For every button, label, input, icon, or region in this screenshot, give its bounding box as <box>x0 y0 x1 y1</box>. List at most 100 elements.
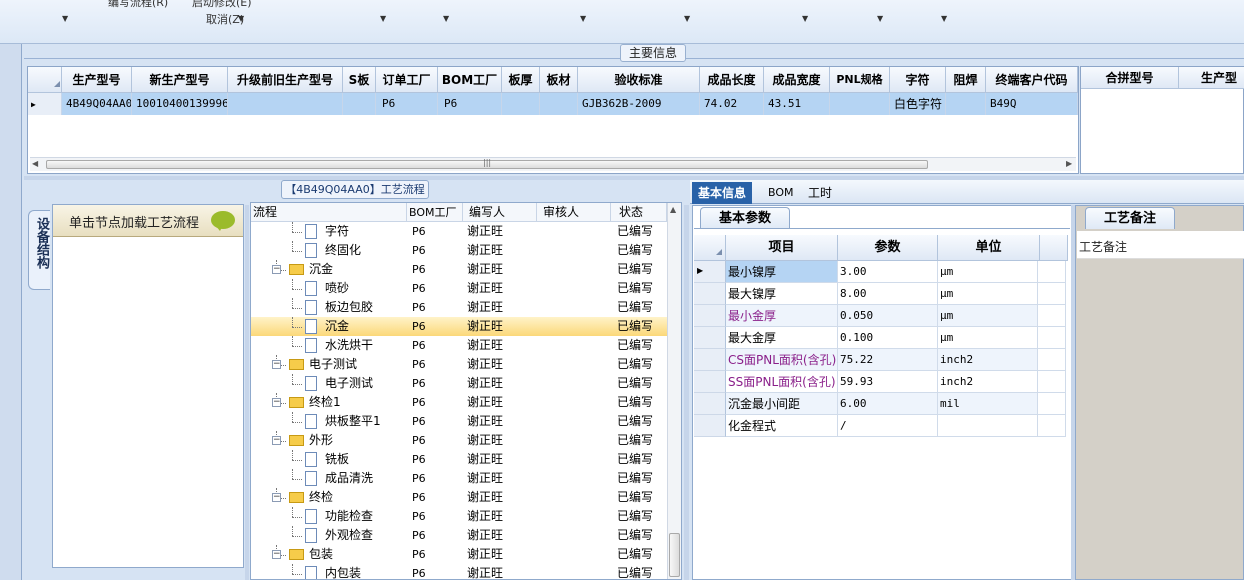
scroll-up-icon[interactable]: ▲ <box>670 205 676 214</box>
table-cell[interactable] <box>540 93 578 115</box>
param-value[interactable]: 0.050 <box>838 305 938 327</box>
table-cell[interactable]: 43.51 <box>764 93 830 115</box>
collapse-toggle-icon[interactable]: − <box>272 398 281 407</box>
param-row[interactable]: SS面PNL面积(含孔) 59.93 inch2 <box>726 371 1072 393</box>
chevron-down-icon[interactable]: ▼ <box>941 14 947 23</box>
tree-row[interactable]: 铣板 P6 谢正旺 已编写 <box>251 450 667 469</box>
column-header[interactable]: 生产型号 <box>62 67 132 93</box>
tree-folder-row[interactable]: − 电子测试 P6 谢正旺 已编写 <box>251 355 667 374</box>
chevron-down-icon[interactable]: ▼ <box>580 14 586 23</box>
column-header[interactable]: 生产型 <box>1179 67 1244 89</box>
column-header[interactable]: 字符 <box>890 67 946 93</box>
chevron-down-icon[interactable]: ▼ <box>238 14 244 23</box>
collapse-toggle-icon[interactable]: − <box>272 436 281 445</box>
param-row[interactable]: 最大镍厚 8.00 μm <box>726 283 1072 305</box>
chevron-down-icon[interactable]: ▼ <box>62 14 68 23</box>
param-row[interactable]: 最小金厚 0.050 μm <box>726 305 1072 327</box>
tab-device-structure[interactable]: 设备结构 <box>28 210 50 290</box>
collapse-toggle-icon[interactable]: − <box>272 265 281 274</box>
column-header[interactable]: 验收标准 <box>578 67 700 93</box>
column-header[interactable]: 成品宽度 <box>764 67 830 93</box>
collapse-toggle-icon[interactable]: − <box>272 360 281 369</box>
param-row[interactable]: 最小镍厚 3.00 μm <box>726 261 1072 283</box>
table-cell[interactable] <box>228 93 343 115</box>
tree-row[interactable]: 沉金 P6 谢正旺 已编写 <box>251 317 667 336</box>
tree-row[interactable]: 终固化 P6 谢正旺 已编写 <box>251 241 667 260</box>
collapse-toggle-icon[interactable]: − <box>272 493 281 502</box>
column-header[interactable]: 终端客户代码 <box>986 67 1078 93</box>
column-header[interactable]: BOM工厂 <box>438 67 502 93</box>
column-header[interactable]: PNL规格 <box>830 67 890 93</box>
chevron-down-icon[interactable]: ▼ <box>380 14 386 23</box>
column-header[interactable]: 新生产型号 <box>132 67 228 93</box>
param-value[interactable]: 0.100 <box>838 327 938 349</box>
column-header[interactable]: BOM工厂 <box>407 203 463 222</box>
column-header[interactable]: 升级前旧生产型号 <box>228 67 343 93</box>
tree-folder-row[interactable]: − 包装 P6 谢正旺 已编写 <box>251 545 667 564</box>
column-header[interactable]: 合拼型号 <box>1081 67 1179 89</box>
vertical-scrollbar[interactable]: ▲ <box>667 203 681 579</box>
chevron-down-icon[interactable]: ▼ <box>877 14 883 23</box>
column-header[interactable]: 单位 <box>938 235 1040 261</box>
table-cell[interactable]: GJB362B-2009 <box>578 93 700 115</box>
param-value[interactable]: 6.00 <box>838 393 938 415</box>
column-header[interactable]: 编写人 <box>463 203 537 222</box>
vertical-splitter[interactable] <box>245 205 249 580</box>
tree-folder-row[interactable]: − 终检 P6 谢正旺 已编写 <box>251 488 667 507</box>
tree-row[interactable]: 喷砂 P6 谢正旺 已编写 <box>251 279 667 298</box>
param-row[interactable]: 沉金最小间距 6.00 mil <box>726 393 1072 415</box>
table-cell[interactable]: P6 <box>376 93 438 115</box>
column-header[interactable]: 板厚 <box>502 67 540 93</box>
param-row[interactable]: 化金程式 / <box>726 415 1072 437</box>
table-cell[interactable] <box>946 93 986 115</box>
table-cell[interactable]: 4B49Q04AA0 <box>62 93 132 115</box>
scroll-right-icon[interactable]: ▶ <box>1066 159 1072 168</box>
vertical-splitter[interactable] <box>684 205 689 580</box>
tab-basic-params[interactable]: 基本参数 <box>700 207 790 229</box>
tree-row[interactable]: 烘板整平1 P6 谢正旺 已编写 <box>251 412 667 431</box>
tree-row[interactable]: 成品清洗 P6 谢正旺 已编写 <box>251 469 667 488</box>
column-header[interactable]: 项目 <box>726 235 838 261</box>
load-flow-button[interactable]: 单击节点加载工艺流程 <box>53 205 243 237</box>
param-value[interactable]: 8.00 <box>838 283 938 305</box>
param-value[interactable]: / <box>838 415 938 437</box>
param-row[interactable]: CS面PNL面积(含孔) 75.22 inch2 <box>726 349 1072 371</box>
tree-row[interactable]: 电子测试 P6 谢正旺 已编写 <box>251 374 667 393</box>
scrollbar-thumb[interactable] <box>669 533 680 577</box>
tree-row[interactable]: 功能检查 P6 谢正旺 已编写 <box>251 507 667 526</box>
table-cell[interactable] <box>830 93 890 115</box>
collapse-toggle-icon[interactable]: − <box>272 550 281 559</box>
scroll-left-icon[interactable]: ◀ <box>32 159 38 168</box>
table-cell[interactable] <box>343 93 376 115</box>
column-header[interactable]: 流程 <box>251 203 407 222</box>
chevron-down-icon[interactable]: ▼ <box>684 14 690 23</box>
param-value[interactable]: 3.00 <box>838 261 938 283</box>
column-header[interactable]: 状态 <box>611 203 667 222</box>
table-cell[interactable]: P6 <box>438 93 502 115</box>
tab-work-hours[interactable]: 工时 <box>802 182 838 204</box>
scrollbar-thumb[interactable]: ||| <box>46 158 928 169</box>
tab-process-notes[interactable]: 工艺备注 <box>1085 207 1175 229</box>
table-cell[interactable]: 74.02 <box>700 93 764 115</box>
chevron-down-icon[interactable]: ▼ <box>802 14 808 23</box>
param-row[interactable]: 最大金厚 0.100 μm <box>726 327 1072 349</box>
tree-row[interactable]: 板边包胶 P6 谢正旺 已编写 <box>251 298 667 317</box>
menu-edit-flow[interactable]: 编写流程(R) <box>108 0 168 10</box>
param-value[interactable]: 59.93 <box>838 371 938 393</box>
tree-folder-row[interactable]: − 外形 P6 谢正旺 已编写 <box>251 431 667 450</box>
table-cell[interactable]: 白色字符 <box>890 93 946 115</box>
tab-basic-info[interactable]: 基本信息 <box>692 182 753 204</box>
column-header[interactable]: 成品长度 <box>700 67 764 93</box>
chevron-down-icon[interactable]: ▼ <box>443 14 449 23</box>
column-header[interactable]: S板 <box>343 67 376 93</box>
tab-bom[interactable]: BOM <box>762 182 800 204</box>
column-header[interactable]: 审核人 <box>537 203 611 222</box>
table-cell[interactable]: B49Q <box>986 93 1078 115</box>
tree-row[interactable]: 外观检查 P6 谢正旺 已编写 <box>251 526 667 545</box>
column-header[interactable]: 订单工厂 <box>376 67 438 93</box>
tree-row[interactable]: 字符 P6 谢正旺 已编写 <box>251 222 667 241</box>
tree-folder-row[interactable]: − 终检1 P6 谢正旺 已编写 <box>251 393 667 412</box>
table-cell[interactable]: 10010400139996 <box>132 93 228 115</box>
menu-start-change[interactable]: 启动修改(E) <box>192 0 252 10</box>
tree-row[interactable]: 内包装 P6 谢正旺 已编写 <box>251 564 667 579</box>
